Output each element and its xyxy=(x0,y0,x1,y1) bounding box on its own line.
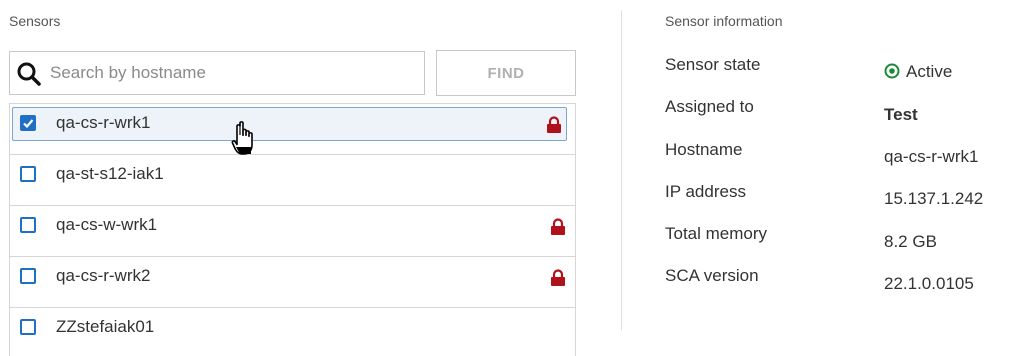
lock-icon xyxy=(551,218,565,235)
ip-address-label: IP address xyxy=(665,182,746,201)
sensor-checkbox[interactable] xyxy=(20,268,36,284)
search-icon xyxy=(17,62,41,86)
sca-version-value: 22.1.0.0105 xyxy=(884,274,974,293)
sensor-state-text: Active xyxy=(906,62,953,81)
assigned-to-label: Assigned to xyxy=(665,97,754,116)
hostname-label: Hostname xyxy=(665,140,743,159)
total-memory-label: Total memory xyxy=(665,224,768,243)
sensor-row[interactable]: qa-st-s12-iak1 xyxy=(10,155,575,206)
sensor-checkbox[interactable] xyxy=(20,166,36,182)
sensor-checkbox[interactable] xyxy=(20,217,36,233)
search-box[interactable] xyxy=(9,51,425,95)
lock-icon xyxy=(547,116,561,133)
assigned-to-value: Test xyxy=(884,105,918,124)
sensors-panel-title: Sensors xyxy=(9,13,61,29)
sensor-row[interactable]: qa-cs-w-wrk1 xyxy=(10,206,575,257)
sensor-state-value: Active xyxy=(884,62,952,82)
sensor-hostname: ZZstefaiak01 xyxy=(56,317,155,336)
total-memory-value: 8.2 GB xyxy=(884,232,937,251)
sensor-hostname: qa-st-s12-iak1 xyxy=(56,164,164,183)
sensor-row[interactable]: ZZstefaiak01 xyxy=(10,308,575,356)
active-status-icon xyxy=(884,63,900,79)
sensor-hostname: qa-cs-w-wrk1 xyxy=(56,215,158,234)
sensors-page: Sensors FIND qa-cs-r-wrk1 qa-st xyxy=(0,0,1023,356)
sensor-row[interactable]: qa-cs-r-wrk2 xyxy=(10,257,575,308)
sensor-checkbox[interactable] xyxy=(20,319,36,335)
hostname-value: qa-cs-r-wrk1 xyxy=(884,147,979,166)
search-input[interactable] xyxy=(50,58,410,88)
checkmark-icon xyxy=(23,119,34,129)
sensor-row[interactable]: qa-cs-r-wrk1 xyxy=(10,104,575,155)
sensor-checkbox[interactable] xyxy=(20,115,36,131)
sensor-hostname: qa-cs-r-wrk2 xyxy=(56,266,151,285)
lock-icon xyxy=(551,269,565,286)
sensor-list: qa-cs-r-wrk1 qa-st-s12-iak1 qa-cs-w-wrk1… xyxy=(9,103,576,356)
sensor-info-title: Sensor information xyxy=(665,13,783,29)
sensor-state-label: Sensor state xyxy=(665,55,761,74)
sensor-hostname: qa-cs-r-wrk1 xyxy=(56,113,151,132)
ip-address-value: 15.137.1.242 xyxy=(884,189,984,208)
sca-version-label: SCA version xyxy=(665,266,759,285)
find-button[interactable]: FIND xyxy=(436,50,576,96)
panel-divider xyxy=(621,10,622,330)
